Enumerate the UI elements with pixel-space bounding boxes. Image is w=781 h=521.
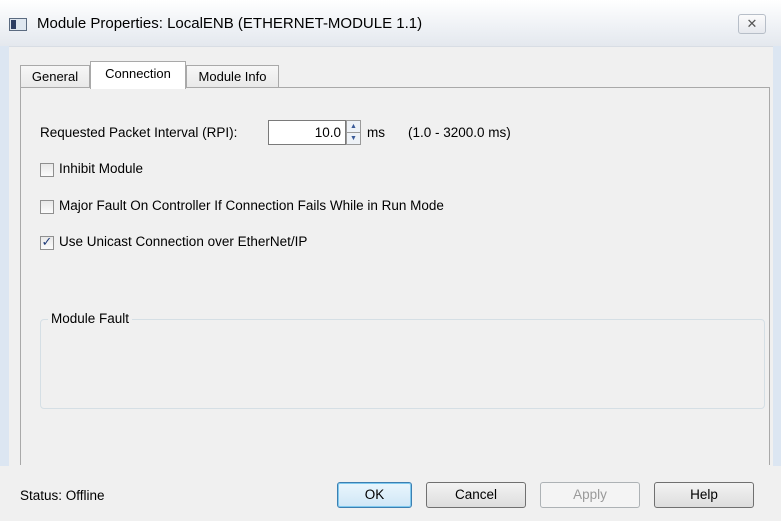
spinner-up-icon[interactable]: ▲ (347, 121, 360, 133)
ok-button[interactable]: OK (337, 482, 412, 508)
rpi-input[interactable]: 10.0 (268, 120, 346, 145)
rpi-label: Requested Packet Interval (RPI): (40, 125, 238, 140)
status-text: Status: Offline (20, 488, 105, 503)
close-button[interactable]: ✕ (738, 14, 766, 34)
module-properties-dialog: Module Properties: LocalENB (ETHERNET-MO… (0, 0, 781, 521)
window-frame-left (0, 46, 9, 466)
inhibit-module-checkbox[interactable] (40, 163, 54, 177)
window-frame-right (773, 46, 781, 466)
rpi-unit: ms (367, 125, 385, 140)
title-bar[interactable]: Module Properties: LocalENB (ETHERNET-MO… (0, 0, 781, 47)
tab-general[interactable]: General (20, 65, 90, 87)
rpi-range: (1.0 - 3200.0 ms) (408, 125, 511, 140)
major-fault-label[interactable]: Major Fault On Controller If Connection … (59, 198, 444, 213)
unicast-label[interactable]: Use Unicast Connection over EtherNet/IP (59, 234, 307, 249)
cancel-button[interactable]: Cancel (426, 482, 526, 508)
unicast-checkbox[interactable]: ✓ (40, 234, 54, 250)
module-fault-groupbox (40, 319, 765, 409)
module-window-icon (9, 18, 27, 31)
checkmark-icon: ✓ (41, 234, 53, 249)
major-fault-checkbox[interactable] (40, 200, 54, 214)
window-title: Module Properties: LocalENB (ETHERNET-MO… (37, 15, 423, 32)
module-fault-label: Module Fault (48, 311, 133, 326)
close-icon: ✕ (746, 16, 758, 31)
help-button[interactable]: Help (654, 482, 754, 508)
tab-module-info[interactable]: Module Info (186, 65, 279, 87)
spinner-down-icon[interactable]: ▼ (347, 133, 360, 144)
inhibit-module-label[interactable]: Inhibit Module (59, 161, 143, 176)
tab-connection[interactable]: Connection (90, 61, 186, 89)
rpi-spinner[interactable]: ▲ ▼ (346, 120, 361, 145)
apply-button[interactable]: Apply (540, 482, 640, 508)
